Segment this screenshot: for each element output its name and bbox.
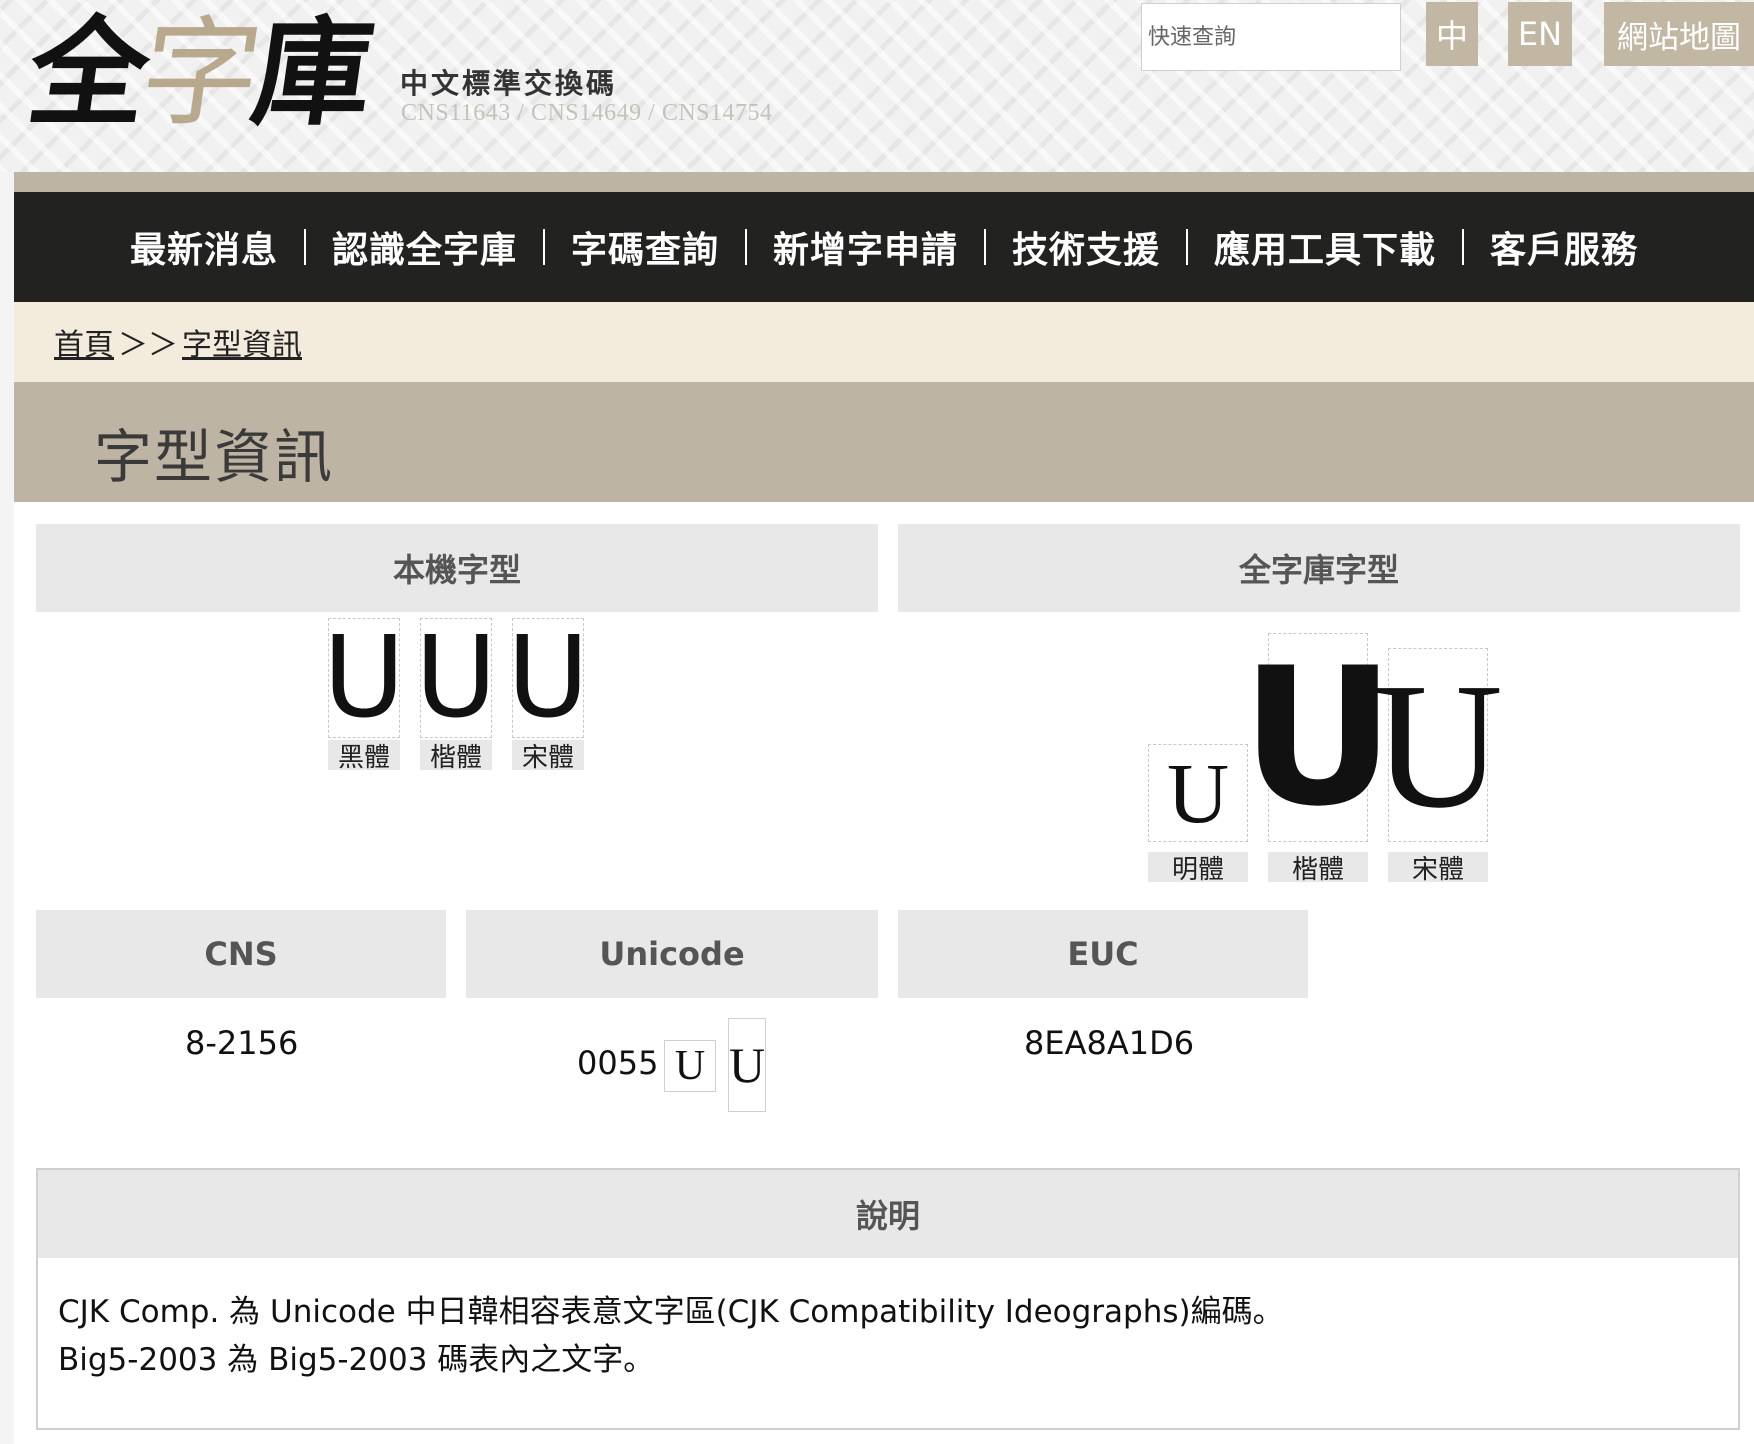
breadcrumb-current-link[interactable]: 字型資訊 [182, 320, 302, 364]
logo-standards: CNS11643 / CNS14649 / CNS14754 [401, 100, 773, 126]
nav-item-code-search[interactable]: 字碼查詢 [545, 221, 745, 273]
euc-code-value: 8EA8A1D6 [1024, 1024, 1195, 1062]
local-glyph-label-kaiti: 楷體 [420, 740, 492, 773]
unicode-preview-small: U [664, 1040, 716, 1092]
local-glyph-label-heiti: 黑體 [328, 740, 400, 773]
logo-char-2: 字 [132, 4, 264, 142]
nav-item-tech-support[interactable]: 技術支援 [986, 221, 1186, 273]
header-divider-strip [14, 172, 1754, 192]
english-language-button[interactable]: EN [1508, 2, 1572, 66]
nav-item-downloads[interactable]: 應用工具下載 [1188, 221, 1462, 273]
nav-item-customer-service[interactable]: 客戶服務 [1464, 221, 1664, 273]
breadcrumb: 首頁 ＞＞ 字型資訊 [14, 302, 1754, 382]
description-line-2: Big5-2003 為 Big5-2003 碼表內之文字。 [58, 1342, 655, 1378]
qzk-glyph-kaiti: U [1240, 627, 1396, 848]
logo-char-1: 全 [20, 3, 152, 142]
quick-search-input[interactable] [1141, 3, 1401, 71]
unicode-code-value: 0055 [577, 1044, 659, 1082]
local-glyph-heiti: U [323, 613, 405, 743]
cns-header: CNS [36, 910, 446, 998]
page-title: 字型資訊 [94, 423, 335, 491]
logo-char-3: 庫 [244, 3, 376, 142]
qzk-glyph-label-songti: 宋體 [1388, 852, 1488, 885]
description-line-1: CJK Comp. 為 Unicode 中日韓相容表意文字區(CJK Compa… [58, 1294, 1284, 1330]
unicode-preview-large: U [728, 1018, 766, 1112]
local-glyph-songti: U [507, 613, 589, 743]
nav-item-about[interactable]: 認識全字庫 [306, 221, 543, 273]
unicode-header: Unicode [466, 910, 878, 998]
nav-item-news[interactable]: 最新消息 [104, 221, 304, 273]
qzk-glyph-songti: U [1373, 645, 1503, 845]
qzk-glyph-mingti: U [1148, 744, 1248, 842]
site-header: 全字庫 中文標準交換碼 CNS11643 / CNS14649 / CNS147… [0, 0, 1754, 172]
nav-item-new-char-request[interactable]: 新增字申請 [747, 221, 984, 273]
chinese-language-button[interactable]: 中 [1426, 2, 1478, 66]
description-panel: 說明 CJK Comp. 為 Unicode 中日韓相容表意文字區(CJK Co… [36, 1168, 1740, 1430]
sitemap-button[interactable]: 網站地圖 [1604, 2, 1754, 66]
euc-header: EUC [898, 910, 1308, 998]
cns-code-value: 8-2156 [185, 1024, 299, 1062]
qzk-fonts-header: 全字庫字型 [898, 524, 1740, 612]
page-title-band: 字型資訊 [14, 382, 1754, 502]
description-header: 說明 [38, 1170, 1738, 1258]
qzk-glyph-label-mingti: 明體 [1148, 852, 1248, 885]
site-logo[interactable]: 全字庫 [20, 3, 376, 142]
local-glyph-kaiti: U [415, 613, 497, 743]
main-navigation: 最新消息 認識全字庫 字碼查詢 新增字申請 技術支援 應用工具下載 客戶服務 [14, 192, 1754, 302]
breadcrumb-home-link[interactable]: 首頁 [54, 320, 114, 364]
local-fonts-header: 本機字型 [36, 524, 878, 612]
logo-subtitle: 中文標準交換碼 [400, 67, 618, 100]
qzk-glyph-label-kaiti: 楷體 [1268, 852, 1368, 885]
left-edge-decoration [0, 172, 14, 1444]
local-glyph-label-songti: 宋體 [512, 740, 584, 773]
breadcrumb-separator: ＞＞ [118, 328, 178, 363]
